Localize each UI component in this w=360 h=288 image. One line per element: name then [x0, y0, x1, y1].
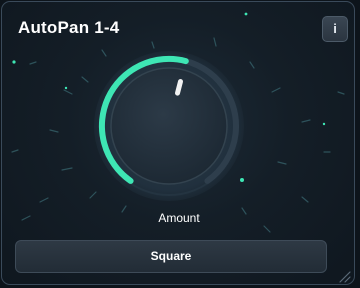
- mode-button[interactable]: Square: [15, 240, 327, 273]
- resize-grip-icon[interactable]: [336, 268, 352, 284]
- plugin-window: AutoPan 1-4 i Amount Square: [1, 1, 355, 285]
- knob-label: Amount: [158, 211, 200, 225]
- knob-indicator: [175, 79, 183, 96]
- knob-face: [110, 67, 228, 185]
